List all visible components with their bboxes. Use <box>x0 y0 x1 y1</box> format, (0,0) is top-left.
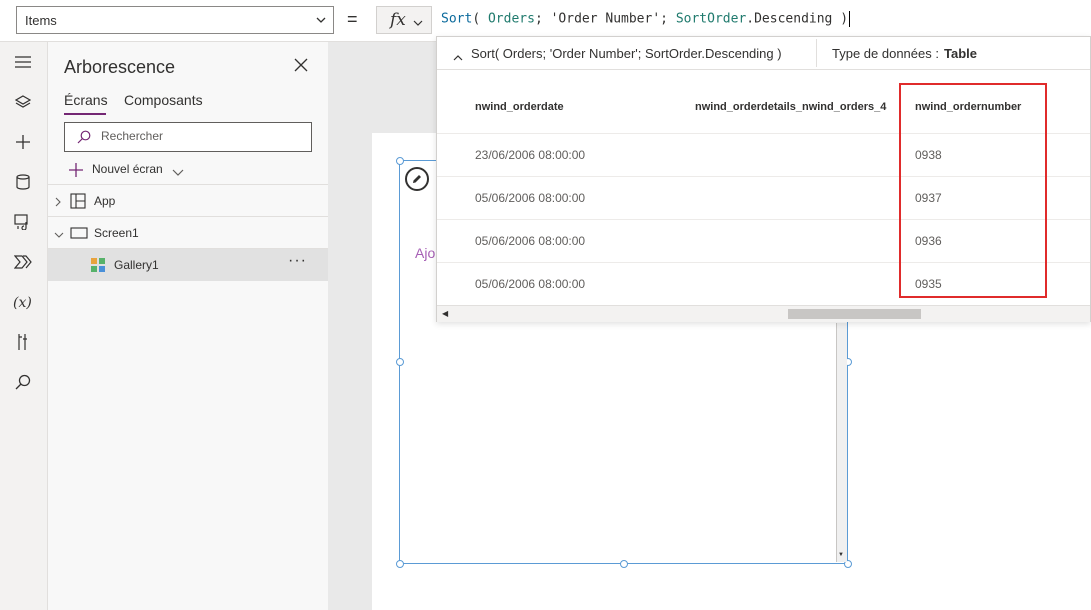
formula-token: ) <box>840 11 849 27</box>
variables-icon[interactable]: (x) <box>8 287 38 317</box>
gallery-icon <box>90 257 106 276</box>
media-icon[interactable] <box>8 207 38 237</box>
more-options-icon[interactable]: ··· <box>288 252 307 270</box>
formula-function: Sort <box>441 11 473 27</box>
tree-view-panel: Arborescence Écrans Composants Nouvel éc… <box>48 42 328 610</box>
chevron-down-icon <box>413 16 423 31</box>
app-icon <box>70 193 86 212</box>
new-screen-label: Nouvel écran <box>92 162 163 176</box>
scrollbar-thumb[interactable] <box>788 309 921 319</box>
formula-string: 'Order Number' <box>550 11 661 27</box>
panel-title: Arborescence <box>64 57 176 77</box>
tree-node-app[interactable]: App <box>48 184 328 217</box>
edit-gallery-icon[interactable] <box>405 167 429 191</box>
chevron-right-icon[interactable] <box>54 195 62 210</box>
fx-icon: fx <box>390 10 406 30</box>
table-cell <box>695 176 915 220</box>
layers-icon[interactable] <box>8 87 38 117</box>
fx-button[interactable]: fx <box>376 6 432 34</box>
chevron-up-icon[interactable] <box>453 49 463 64</box>
chevron-down-icon <box>172 165 184 180</box>
tab-screens[interactable]: Écrans <box>64 92 108 108</box>
tree-search[interactable] <box>64 122 312 152</box>
formula-enum: SortOrder <box>675 11 747 27</box>
table-cell: 05/06/2006 08:00:00 <box>437 219 695 263</box>
divider <box>816 39 817 67</box>
table-cell <box>695 219 915 263</box>
left-rail: (x) <box>0 42 48 610</box>
tab-components[interactable]: Composants <box>124 92 203 108</box>
text-caret <box>849 11 851 27</box>
screen-icon <box>70 227 88 242</box>
chevron-down-icon <box>315 14 327 29</box>
highlight-annotation <box>899 83 1047 298</box>
formula-token: ; <box>534 11 551 27</box>
table-cell: 23/06/2006 08:00:00 <box>437 133 695 177</box>
scroll-down-icon[interactable]: ▼ <box>838 552 844 558</box>
property-value: Items <box>25 13 57 28</box>
tree-node-label: Screen1 <box>94 226 139 240</box>
database-icon[interactable] <box>8 167 38 197</box>
search-icon[interactable] <box>8 367 38 397</box>
resize-handle[interactable] <box>620 560 628 568</box>
formula-token: .Descending <box>746 11 841 27</box>
data-type-label: Type de données : <box>832 46 939 61</box>
resize-handle[interactable] <box>396 358 404 366</box>
column-header: nwind_orderdetails_nwind_orders_4 <box>695 81 915 134</box>
close-icon[interactable] <box>294 58 308 75</box>
table-cell <box>695 133 915 177</box>
chevron-down-icon[interactable] <box>54 227 64 242</box>
column-header: nwind_orderdate <box>437 81 695 134</box>
active-tab-indicator <box>64 113 106 115</box>
horizontal-scrollbar[interactable]: ◀ <box>437 305 1090 322</box>
search-icon <box>77 130 91 147</box>
gallery-scrollbar[interactable] <box>836 323 847 562</box>
table-cell: 05/06/2006 08:00:00 <box>437 176 695 220</box>
tree-node-label: Gallery1 <box>114 258 159 272</box>
formula-input[interactable]: Sort( Orders; 'Order Number'; SortOrder.… <box>441 11 851 27</box>
property-dropdown[interactable]: Items <box>16 6 334 34</box>
result-header: Sort( Orders; 'Order Number'; SortOrder.… <box>437 37 1090 70</box>
svg-text:(x): (x) <box>13 295 32 310</box>
tree-node-gallery1[interactable]: Gallery1 ··· <box>48 248 328 281</box>
gallery-placeholder-text: Ajo <box>415 245 436 261</box>
search-input[interactable] <box>99 128 303 144</box>
hamburger-icon[interactable] <box>8 47 38 77</box>
equals-sign: = <box>347 9 358 29</box>
plus-icon[interactable] <box>8 127 38 157</box>
resize-handle[interactable] <box>396 560 404 568</box>
table-cell <box>695 262 915 306</box>
data-type-value: Table <box>944 46 977 61</box>
formula-token: ; <box>660 11 676 27</box>
resize-handle[interactable] <box>396 157 404 165</box>
plus-icon <box>68 162 84 181</box>
tree-node-screen1[interactable]: Screen1 <box>48 216 328 249</box>
table-cell: 05/06/2006 08:00:00 <box>437 262 695 306</box>
result-expression: Sort( Orders; 'Order Number'; SortOrder.… <box>471 46 782 61</box>
tools-icon[interactable] <box>8 327 38 357</box>
scroll-left-icon[interactable]: ◀ <box>442 309 448 318</box>
formula-token: ( <box>472 11 488 27</box>
tree-node-label: App <box>94 194 116 208</box>
power-automate-icon[interactable] <box>8 247 38 277</box>
formula-datasource: Orders <box>487 11 535 27</box>
